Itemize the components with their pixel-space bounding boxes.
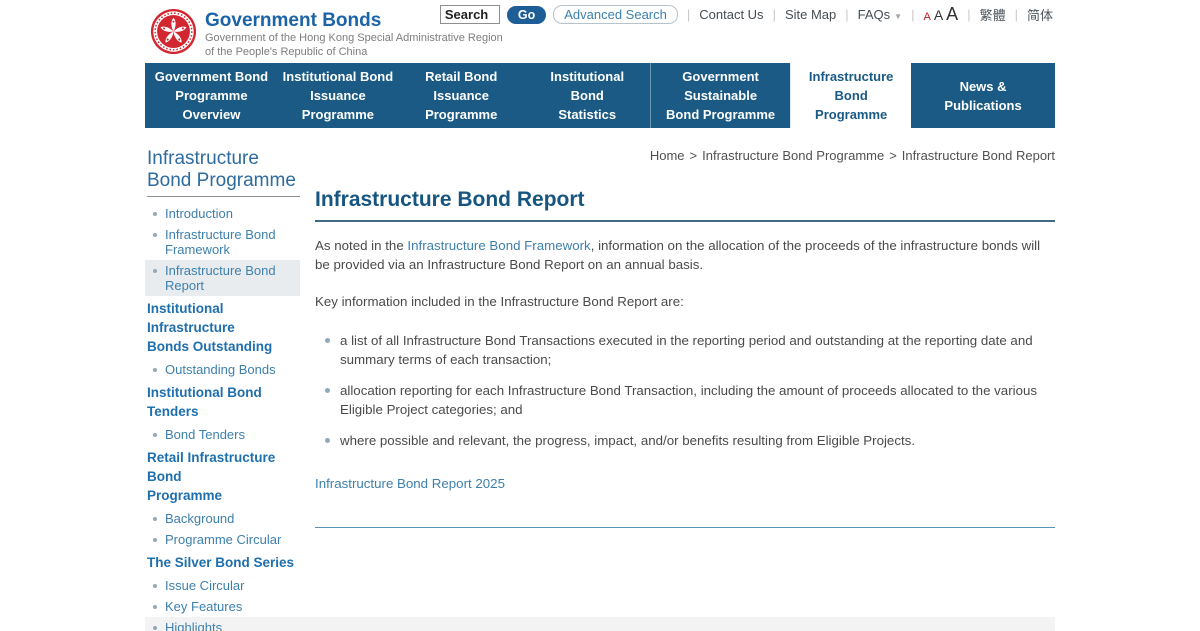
search-go-button[interactable]: Go [506,5,547,24]
sidebar-header-institutional-infrastructure-bonds-outstanding[interactable]: Institutional Infrastructure Bonds Outst… [147,299,300,356]
contact-us-link[interactable]: Contact Us [699,7,763,22]
divider: | [845,7,849,22]
bullet-icon [153,368,157,372]
sidebar: Infrastructure Bond Programme Introducti… [145,148,300,631]
bullet-icon [153,517,157,521]
sidebar-group-infrastructure-bond-programme: Introduction Infrastructure Bond Framewo… [145,203,300,296]
bullet-icon [153,233,157,237]
breadcrumb-current: Infrastructure Bond Report [901,148,1055,163]
bullet-icon [153,626,157,630]
key-info-list: a list of all Infrastructure Bond Transa… [315,331,1055,450]
sidebar-item-outstanding-bonds[interactable]: Outstanding Bonds [145,359,300,380]
font-size-medium-button[interactable]: A [934,7,943,23]
nav-item-government-sustainable-bond-programme[interactable]: Government Sustainable Bond Programme [650,63,790,128]
content-bottom-divider [315,527,1055,528]
font-size-small-button[interactable]: A [923,11,930,23]
list-item: where possible and relevant, the progres… [325,431,1055,450]
divider: | [1014,7,1018,22]
hksar-emblem-icon [150,8,197,55]
search-input[interactable] [439,5,500,24]
font-size-controls: A A A [923,4,958,25]
sidebar-divider [147,196,300,197]
sidebar-header-the-silver-bond-series[interactable]: The Silver Bond Series [147,553,300,572]
sidebar-item-infrastructure-bond-report[interactable]: Infrastructure Bond Report [145,260,300,296]
sidebar-title: Infrastructure Bond Programme [147,148,296,191]
bullet-icon [153,212,157,216]
sidebar-item-highlights[interactable]: Highlights [145,617,300,631]
lang-simplified-chinese-link[interactable]: 简体 [1027,5,1053,24]
nav-item-retail-bond-issuance-programme[interactable]: Retail Bond Issuance Programme [398,63,524,128]
sidebar-item-issue-circular[interactable]: Issue Circular [145,575,300,596]
bullet-icon [153,433,157,437]
bullet-icon [325,338,330,343]
breadcrumb-home-link[interactable]: Home [650,148,685,163]
page-title: Infrastructure Bond Report [315,188,1055,222]
lang-traditional-chinese-link[interactable]: 繁體 [980,5,1006,24]
faqs-link[interactable]: FAQs ▼ [858,7,902,22]
sidebar-item-programme-circular[interactable]: Programme Circular [145,529,300,550]
list-item: a list of all Infrastructure Bond Transa… [325,331,1055,369]
main-navigation: Government Bond Programme Overview Institu… [145,63,1055,128]
infrastructure-bond-report-2025-link[interactable]: Infrastructure Bond Report 2025 [315,476,505,491]
bullet-icon [153,605,157,609]
site-subtitle-line1: Government of the Hong Kong Special Admi… [205,32,503,44]
sidebar-item-introduction[interactable]: Introduction [145,203,300,224]
advanced-search-button[interactable]: Advanced Search [553,5,678,24]
site-map-link[interactable]: Site Map [785,7,836,22]
page: Government Bonds Government of the Hong … [0,0,1200,631]
utility-bar: Go Advanced Search | Contact Us | Site M… [433,4,1053,25]
sidebar-item-bond-tenders[interactable]: Bond Tenders [145,424,300,445]
breadcrumb-infrastructure-bond-programme-link[interactable]: Infrastructure Bond Programme [702,148,884,163]
nav-item-government-bond-programme-overview[interactable]: Government Bond Programme Overview [145,63,278,128]
divider: | [686,7,691,22]
bullet-icon [153,538,157,542]
nav-item-institutional-bond-statistics[interactable]: Institutional Bond Statistics [524,63,650,128]
divider: | [911,7,915,22]
nav-item-infrastructure-bond-programme[interactable]: Infrastructure Bond Programme [790,63,912,128]
site-header: Government Bonds Government of the Hong … [145,0,1055,62]
nav-item-institutional-bond-issuance-programme[interactable]: Institutional Bond Issuance Programme [278,63,398,128]
sidebar-item-key-features[interactable]: Key Features [145,596,300,617]
infrastructure-bond-framework-link[interactable]: Infrastructure Bond Framework [407,238,590,253]
sidebar-header-retail-infrastructure-bond-programme[interactable]: Retail Infrastructure Bond Programme [147,448,300,505]
chevron-down-icon: ▼ [894,12,903,21]
sidebar-item-infrastructure-bond-framework[interactable]: Infrastructure Bond Framework [145,224,300,260]
list-item: allocation reporting for each Infrastruc… [325,381,1055,419]
bullet-icon [325,388,330,393]
breadcrumb: Home > Infrastructure Bond Programme > Infra… [649,148,1055,163]
sidebar-header-institutional-bond-tenders[interactable]: Institutional Bond Tenders [147,383,300,421]
divider: | [772,7,776,22]
nav-item-news-publications[interactable]: News & Publications [911,63,1055,128]
intro-paragraph: As noted in the Infrastructure Bond Fram… [315,238,1041,272]
font-size-large-button[interactable]: A [946,4,958,25]
bullet-icon [153,584,157,588]
divider: | [967,7,971,22]
bullet-icon [153,269,157,273]
sidebar-item-background[interactable]: Background [145,508,300,529]
key-info-label: Key information included in the Infrastr… [315,294,684,309]
main-content: Home > Infrastructure Bond Programme > Infra… [315,148,1055,528]
bullet-icon [325,438,330,443]
site-subtitle-line2: of the People's Republic of China [205,46,368,58]
